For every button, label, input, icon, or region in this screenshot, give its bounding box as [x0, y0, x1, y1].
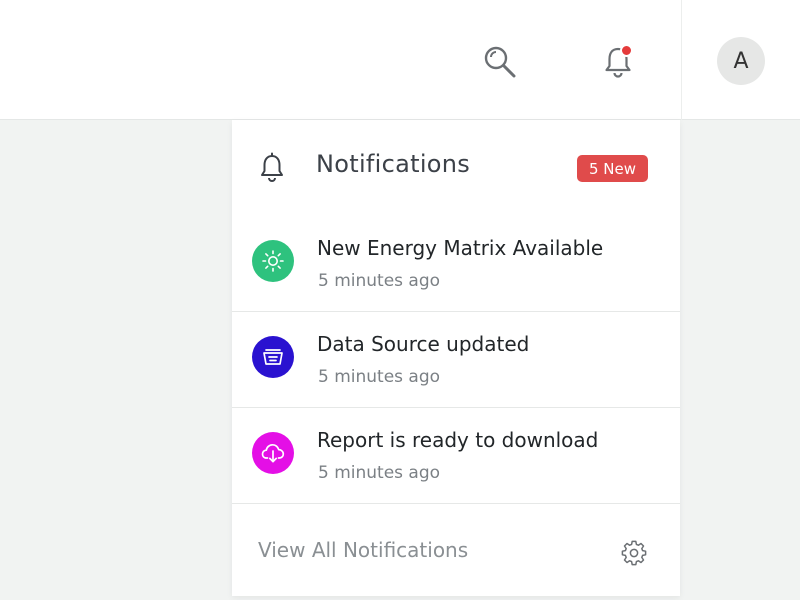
topbar-divider: [681, 0, 682, 120]
notification-item[interactable]: New Energy Matrix Available 5 minutes ag…: [232, 216, 680, 312]
unread-indicator: [620, 44, 633, 57]
search-icon: [484, 46, 516, 78]
panel-title: Notifications: [316, 150, 471, 178]
notifications-panel: Notifications 5 New New Energy Matrix Av…: [232, 120, 680, 596]
notification-item[interactable]: Report is ready to download 5 minutes ag…: [232, 408, 680, 504]
gear-icon[interactable]: [619, 538, 649, 568]
view-all-notifications-link[interactable]: View All Notifications: [258, 538, 468, 562]
notification-time: 5 minutes ago: [318, 271, 441, 291]
notification-time: 5 minutes ago: [318, 367, 441, 387]
bell-icon: [261, 152, 283, 182]
notifications-header: Notifications 5 New: [232, 120, 680, 216]
notification-item[interactable]: Data Source updated 5 minutes ago: [232, 312, 680, 408]
notifications-footer: View All Notifications: [232, 504, 680, 596]
sun-icon: [252, 240, 294, 282]
notification-time: 5 minutes ago: [318, 463, 441, 483]
cloud-download-icon: [252, 432, 294, 474]
user-avatar[interactable]: A: [717, 37, 765, 85]
search-button[interactable]: [478, 40, 522, 84]
notification-title: New Energy Matrix Available: [317, 236, 604, 260]
notification-title: Report is ready to download: [317, 428, 599, 452]
inbox-tray-icon: [252, 336, 294, 378]
new-count-badge: 5 New: [577, 155, 648, 182]
top-bar: A: [0, 0, 800, 120]
notification-title: Data Source updated: [317, 332, 530, 356]
notifications-bell-button[interactable]: [596, 40, 640, 84]
